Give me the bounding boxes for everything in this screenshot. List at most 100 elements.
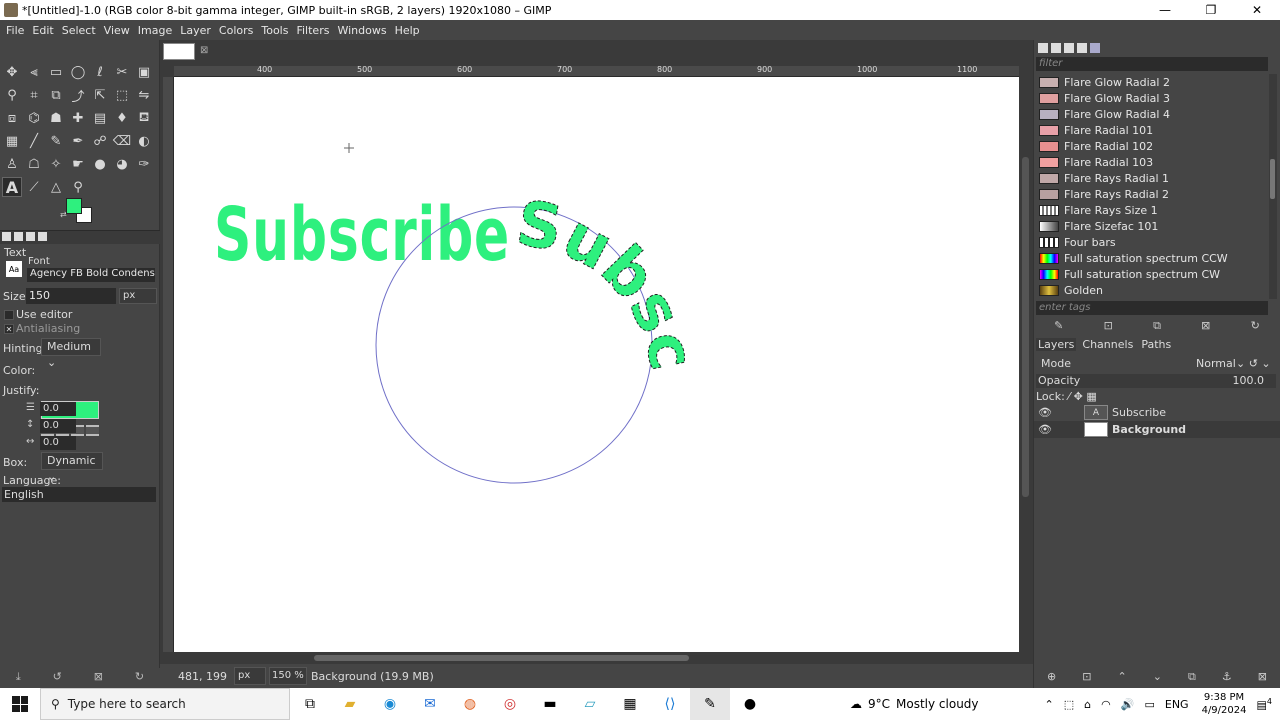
raise-layer-icon[interactable]: ⌃ — [1117, 670, 1126, 684]
lock-pixels-icon[interactable]: ⁄ — [1068, 390, 1070, 403]
pattern-icon[interactable]: ▦ — [2, 131, 22, 151]
document-history-tab-icon[interactable] — [1077, 43, 1087, 53]
menu-colors[interactable]: Colors — [215, 24, 257, 37]
zoom-select[interactable]: 150 % — [269, 667, 307, 685]
restore-options-icon[interactable]: ↺ — [53, 670, 62, 684]
scroll-thumb[interactable] — [1270, 159, 1275, 199]
bucket-fill-icon[interactable]: ♦ — [112, 108, 132, 128]
vertical-ruler[interactable] — [163, 77, 174, 652]
close-button[interactable]: ✕ — [1234, 0, 1280, 20]
stamp-icon[interactable]: ♙ — [2, 154, 22, 174]
close-image-tab-icon[interactable]: ⊠ — [200, 45, 208, 56]
start-button[interactable] — [0, 688, 40, 720]
menu-windows[interactable]: Windows — [333, 24, 390, 37]
blur-icon[interactable]: ✧ — [46, 154, 66, 174]
list-item[interactable]: Full saturation spectrum CCW — [1036, 250, 1266, 266]
list-item[interactable]: Flare Glow Radial 3 — [1036, 90, 1266, 106]
obs-icon[interactable]: ● — [730, 688, 770, 720]
list-item[interactable]: Flare Radial 101 — [1036, 122, 1266, 138]
minimize-button[interactable]: — — [1142, 0, 1188, 20]
zoom-icon[interactable]: ⚲ — [68, 177, 88, 197]
clone-icon[interactable]: ☗ — [46, 108, 66, 128]
foreground-select-icon[interactable]: ▣ — [134, 62, 154, 82]
hinting-select[interactable]: Medium ⌄ — [41, 338, 101, 369]
visibility-eye-icon[interactable]: 👁 — [1038, 406, 1054, 419]
duplicate-layer-icon[interactable]: ⧉ — [1188, 670, 1196, 684]
refresh-gradients-icon[interactable]: ↻ — [1251, 319, 1260, 333]
vertical-scrollbar[interactable] — [1020, 77, 1032, 652]
airbrush-icon[interactable]: ⛾ — [134, 108, 154, 128]
calculator-icon[interactable]: ▦ — [610, 688, 650, 720]
list-item[interactable]: Golden — [1036, 282, 1266, 298]
mode-select[interactable]: Normal — [1196, 357, 1236, 370]
lock-position-icon[interactable]: ✥ — [1074, 390, 1083, 403]
lower-layer-icon[interactable]: ⌄ — [1153, 670, 1162, 684]
mail-icon[interactable]: ✉ — [410, 688, 450, 720]
notepad-icon[interactable]: ▱ — [570, 688, 610, 720]
heal-icon[interactable]: ✚ — [68, 108, 88, 128]
list-item[interactable]: Flare Rays Radial 2 — [1036, 186, 1266, 202]
rect-select-icon[interactable]: ▭ — [46, 62, 66, 82]
firefox-icon[interactable]: ◍ — [450, 688, 490, 720]
tab-paths[interactable]: Paths — [1139, 338, 1173, 351]
undo-history-tab-icon[interactable] — [26, 232, 35, 241]
edge-icon[interactable]: ◉ — [370, 688, 410, 720]
box-select[interactable]: Dynamic ⌄ — [41, 452, 103, 483]
mode-dropdown-icon[interactable]: ⌄ ↺ ⌄ — [1236, 357, 1271, 370]
taskbar-search[interactable]: ⚲ Type here to search — [40, 688, 290, 720]
paintbrush-icon[interactable]: ╱ — [24, 131, 44, 151]
cage-icon[interactable]: ⬚ — [112, 85, 132, 105]
language-indicator[interactable]: ENG — [1165, 698, 1189, 711]
menu-select[interactable]: Select — [58, 24, 100, 37]
measure-icon[interactable]: △ — [46, 177, 66, 197]
save-options-icon[interactable]: ⤓ — [16, 670, 21, 684]
perspective-icon[interactable]: ⧈ — [2, 108, 22, 128]
size-unit-select[interactable]: px — [119, 288, 157, 304]
ink-icon[interactable]: ✒ — [68, 131, 88, 151]
image-tab-thumbnail[interactable] — [163, 43, 195, 60]
list-item[interactable]: Flare Glow Radial 4 — [1036, 106, 1266, 122]
font-preview-icon[interactable]: Aa — [6, 261, 22, 277]
brushes-tab-icon[interactable] — [1038, 43, 1048, 53]
file-explorer-icon[interactable]: ▰ — [330, 688, 370, 720]
indent-input[interactable]: 0.0 — [40, 402, 76, 416]
battery-icon[interactable]: ▭ — [1144, 698, 1154, 711]
anchor-layer-icon[interactable]: ⚓ — [1222, 670, 1232, 684]
gradient-filter-input[interactable]: filter — [1036, 57, 1268, 71]
smudge-finger-icon[interactable]: ☛ — [68, 154, 88, 174]
list-item[interactable]: Flare Rays Size 1 — [1036, 202, 1266, 218]
terminal-icon[interactable]: ▬ — [530, 688, 570, 720]
drop-icon[interactable]: ● — [90, 154, 110, 174]
justify-fill-icon[interactable] — [86, 425, 99, 436]
gradient-list-scrollbar[interactable] — [1269, 74, 1277, 299]
chrome-icon[interactable]: ◎ — [490, 688, 530, 720]
layer-row[interactable]: 👁 Background — [1034, 421, 1280, 438]
task-view-icon[interactable]: ⧉ — [290, 688, 330, 720]
show-hidden-icons-icon[interactable]: ⌃ — [1045, 698, 1054, 711]
unit-select[interactable]: px — [234, 667, 266, 685]
new-layer-icon[interactable]: ⊡ — [1082, 670, 1091, 684]
ellipse-select-icon[interactable]: ◯ — [68, 62, 88, 82]
list-item[interactable]: Four bars — [1036, 234, 1266, 250]
delete-layer-icon[interactable]: ⊠ — [1258, 670, 1267, 684]
dodge-icon[interactable]: ◐ — [134, 131, 154, 151]
list-item[interactable]: Flare Sizefac 101 — [1036, 218, 1266, 234]
list-item[interactable]: Flare Rays Radial 1 — [1036, 170, 1266, 186]
antialiasing-checkbox[interactable]: ✕ — [4, 324, 14, 334]
horizontal-ruler[interactable]: 400 500 600 700 800 900 1000 1100 — [174, 65, 1019, 77]
menu-tools[interactable]: Tools — [257, 24, 292, 37]
visibility-eye-icon[interactable]: 👁 — [1038, 423, 1054, 436]
device-status-tab-icon[interactable] — [14, 232, 23, 241]
reset-options-icon[interactable]: ↻ — [135, 670, 144, 684]
use-editor-checkbox[interactable] — [4, 310, 14, 320]
scroll-thumb[interactable] — [314, 655, 689, 661]
free-select-icon[interactable]: ℓ — [90, 62, 110, 82]
delete-gradient-icon[interactable]: ⊠ — [1201, 319, 1210, 333]
lock-alpha-icon[interactable]: ▦ — [1086, 390, 1096, 403]
menu-layer[interactable]: Layer — [176, 24, 215, 37]
mypaint-brush-icon[interactable]: ⌬ — [24, 108, 44, 128]
tab-channels[interactable]: Channels — [1080, 338, 1135, 351]
unified-transform-icon[interactable]: ⧉ — [46, 85, 66, 105]
new-gradient-icon[interactable]: ⊡ — [1104, 319, 1113, 333]
wifi-icon[interactable]: ◠ — [1101, 698, 1111, 711]
